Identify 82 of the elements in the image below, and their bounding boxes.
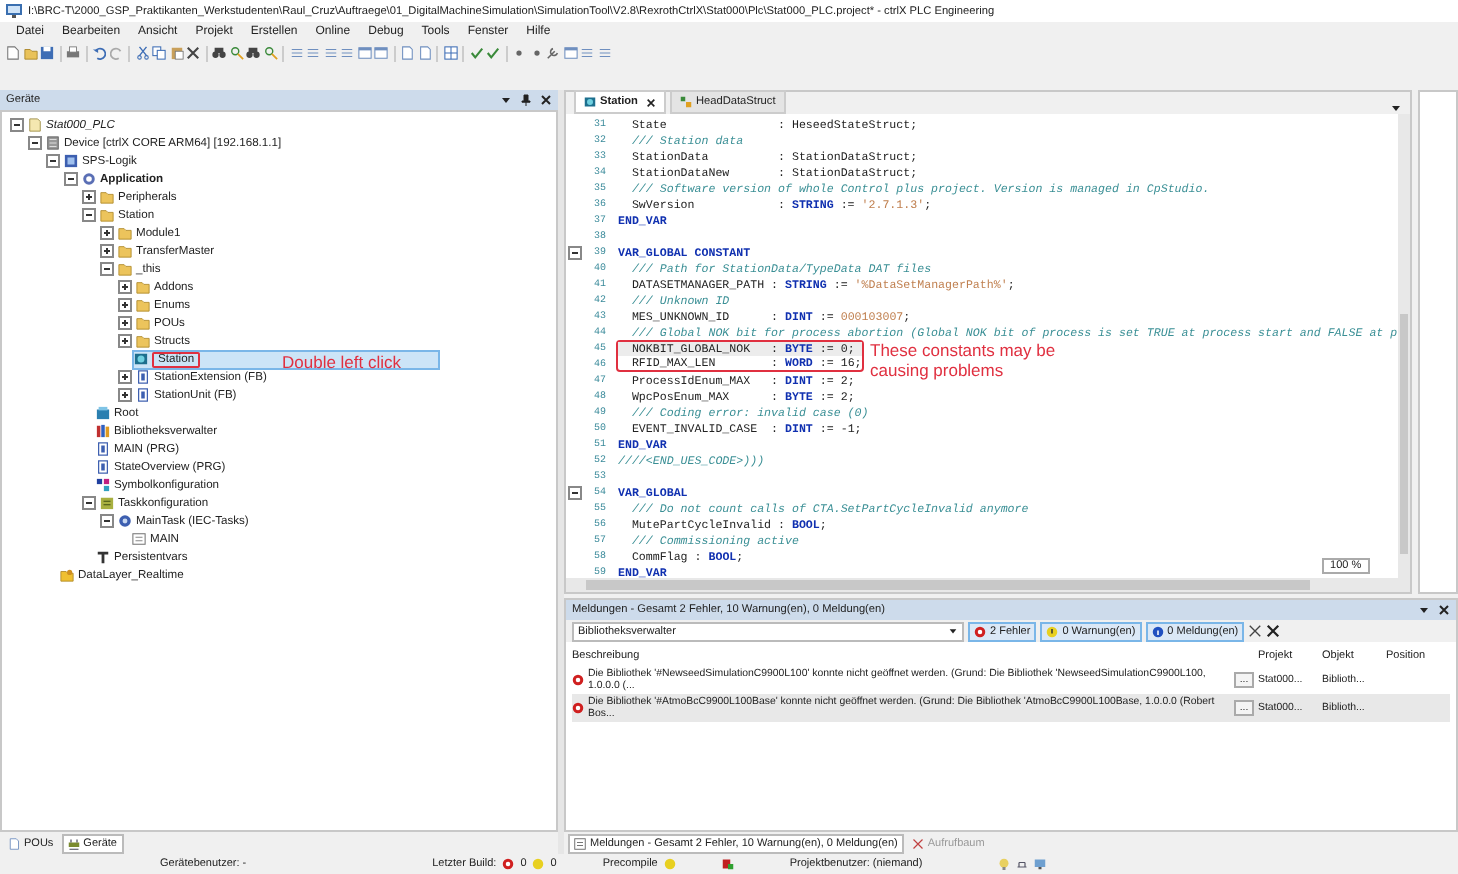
- expand-toggle-icon[interactable]: [118, 280, 132, 294]
- lightbulb-icon[interactable]: [998, 858, 1011, 870]
- filter-clear-icon[interactable]: [1266, 624, 1281, 638]
- grid-icon[interactable]: [443, 46, 457, 60]
- window-icon[interactable]: [357, 46, 371, 60]
- expand-toggle-icon[interactable]: [82, 190, 96, 204]
- dropdown-caret-icon[interactable]: [500, 94, 512, 106]
- find-icon[interactable]: [229, 46, 243, 60]
- caret-icon: [948, 626, 958, 636]
- error-icon: [974, 625, 986, 637]
- annotation-text: Double left click: [282, 352, 402, 372]
- expand-toggle-icon[interactable]: [46, 154, 60, 168]
- monitor-icon[interactable]: [1034, 858, 1047, 870]
- monitor-icon: [6, 4, 22, 18]
- dropdown-caret-icon[interactable]: [1390, 102, 1402, 114]
- expand-toggle-icon[interactable]: [100, 514, 114, 528]
- error-icon: [572, 674, 584, 686]
- tool-icon[interactable]: [546, 46, 560, 60]
- horizontal-scrollbar[interactable]: [566, 578, 1410, 592]
- application-icon: [82, 172, 96, 186]
- expand-toggle-icon[interactable]: [100, 262, 114, 276]
- struct-icon: [679, 96, 692, 108]
- expand-toggle-icon[interactable]: [118, 388, 132, 402]
- new-file-icon[interactable]: [6, 46, 20, 60]
- list-icon[interactable]: [306, 46, 320, 60]
- clear-icon[interactable]: [1248, 624, 1263, 638]
- symbol-icon: [96, 478, 110, 492]
- project-icon: [28, 118, 42, 132]
- list-icon[interactable]: [597, 46, 611, 60]
- find-icon[interactable]: [263, 46, 277, 60]
- list-icon[interactable]: [340, 46, 354, 60]
- fold-toggle-icon[interactable]: [567, 485, 581, 499]
- dropdown-caret-icon[interactable]: [1418, 604, 1430, 616]
- root-icon: [96, 406, 110, 420]
- save-icon[interactable]: [40, 46, 54, 60]
- expand-toggle-icon[interactable]: [82, 208, 96, 222]
- close-icon[interactable]: [1438, 604, 1450, 616]
- expand-toggle-icon[interactable]: [118, 370, 132, 384]
- list-icon[interactable]: [289, 46, 303, 60]
- logic-icon: [64, 154, 78, 168]
- device-icon: [46, 136, 60, 150]
- close-icon[interactable]: [540, 94, 552, 106]
- expand-toggle-icon[interactable]: [64, 172, 78, 186]
- dot-icon[interactable]: [529, 46, 543, 60]
- close-icon[interactable]: [645, 97, 656, 107]
- binoculars-icon[interactable]: [212, 46, 226, 60]
- warning-icon: [1046, 625, 1059, 637]
- list-icon: [574, 837, 586, 849]
- expand-toggle-icon[interactable]: [100, 244, 114, 258]
- error-icon: [572, 702, 584, 714]
- library-icon: [96, 424, 110, 438]
- vertical-scrollbar[interactable]: [1397, 114, 1410, 578]
- binoculars-icon[interactable]: [246, 46, 260, 60]
- warning-icon: [532, 858, 545, 870]
- expand-toggle-icon[interactable]: [118, 316, 132, 330]
- devices-icon: [67, 837, 80, 849]
- open-folder-icon[interactable]: [23, 46, 37, 60]
- info-icon: [1151, 625, 1164, 637]
- call-tree-icon: [911, 837, 924, 849]
- globe-list-icon: [584, 96, 596, 108]
- expand-toggle-icon[interactable]: [28, 136, 42, 150]
- window-icon[interactable]: [374, 46, 388, 60]
- page-icon: [8, 837, 20, 849]
- fold-toggle-icon[interactable]: [567, 245, 581, 259]
- expand-toggle-icon[interactable]: [100, 226, 114, 240]
- annotation-text: These constants may be causing problems: [870, 340, 1058, 380]
- print-icon[interactable]: [66, 46, 80, 60]
- expand-toggle-icon[interactable]: [10, 118, 24, 132]
- window-icon[interactable]: [563, 46, 577, 60]
- list-icon[interactable]: [580, 46, 594, 60]
- dot-icon[interactable]: [512, 46, 526, 60]
- error-icon: [502, 858, 515, 870]
- list-icon[interactable]: [323, 46, 337, 60]
- expand-toggle-icon[interactable]: [118, 298, 132, 312]
- undo-icon[interactable]: [92, 46, 106, 60]
- expand-toggle-icon[interactable]: [82, 496, 96, 510]
- expand-toggle-icon[interactable]: [118, 334, 132, 348]
- delete-icon[interactable]: [186, 46, 200, 60]
- cut-icon[interactable]: [135, 46, 149, 60]
- copy-icon[interactable]: [152, 46, 166, 60]
- warning-icon: [663, 858, 676, 870]
- pin-icon[interactable]: [520, 94, 532, 106]
